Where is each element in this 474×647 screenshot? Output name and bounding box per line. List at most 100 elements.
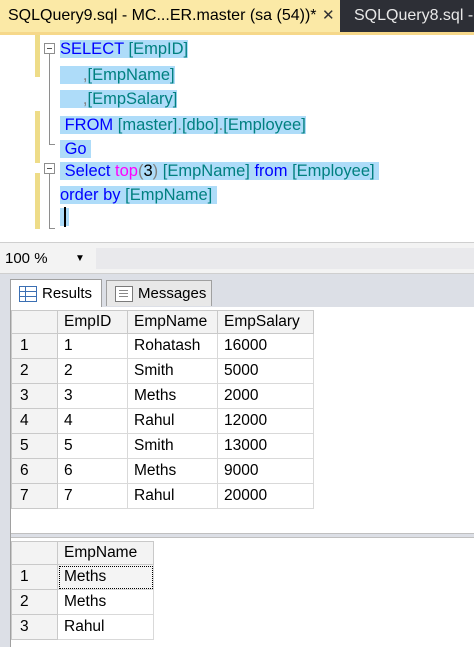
sql-number: 3 [143,162,153,180]
results-grid-2: EmpName 1 Meths 2 Meths 3 Rahul [11,541,154,640]
code-line: ,[EmpSalary] [60,87,178,111]
sql-keyword: from [254,162,288,180]
tab-title: SQLQuery8.sql - [354,7,474,24]
zoom-dropdown[interactable]: 100 % ▼ [5,249,89,268]
table-row: 7 7 Rahul 20000 [11,483,314,509]
grid-cell[interactable]: 4 [57,408,128,434]
column-header[interactable]: EmpName [57,541,154,565]
grid-cell[interactable]: 6 [57,458,128,484]
grid-cell[interactable]: 5 [57,433,128,459]
sql-keyword: Go [64,140,87,158]
grid-cell[interactable]: Rahul [127,408,218,434]
grid-cell[interactable]: 9000 [217,458,314,484]
grid-icon [19,285,37,302]
sql-function: top [115,162,138,180]
sql-identifier: [EmpName] [87,66,175,84]
row-number[interactable]: 2 [11,589,58,615]
close-icon[interactable]: ✕ [322,6,335,24]
row-number[interactable]: 1 [11,564,58,590]
row-number[interactable]: 7 [11,483,58,509]
grid-cell-selected[interactable]: Meths [57,564,154,590]
grid-cell[interactable]: Smith [127,433,218,459]
row-number[interactable]: 3 [11,614,58,640]
dropdown-arrow-icon[interactable]: ▼ [75,249,85,268]
tab-messages-label: Messages [138,285,207,302]
table-row: 3 Rahul [11,614,154,640]
outline-line [49,54,50,144]
table-row: 1 1 Rohatash 16000 [11,333,314,359]
grid-cell[interactable]: Smith [127,358,218,384]
text-cursor [64,207,66,227]
grid-cell[interactable]: Meths [57,589,154,615]
sql-keyword: FROM [64,116,114,134]
grid-cell[interactable]: Rahul [127,483,218,509]
outline-end [49,228,55,229]
query-editor[interactable]: SELECT [EmpID] ,[EmpName] ,[EmpSalary] F… [0,32,474,242]
messages-icon [115,285,133,302]
grid-cell[interactable]: Meths [127,458,218,484]
column-header[interactable]: EmpName [127,310,218,334]
sql-keyword: SELECT [60,40,124,58]
sql-keyword: Select [64,162,111,180]
outline-end [49,144,55,145]
collapse-icon[interactable] [44,43,55,54]
table-row: 1 Meths [11,564,154,590]
table-row: 3 3 Meths 2000 [11,383,314,409]
grid-cell[interactable]: 13000 [217,433,314,459]
sql-identifier: [dbo] [181,116,219,134]
row-number[interactable]: 4 [11,408,58,434]
row-number[interactable]: 5 [11,433,58,459]
column-header[interactable]: EmpID [57,310,128,334]
row-number[interactable]: 3 [11,383,58,409]
grid-cell[interactable]: 5000 [217,358,314,384]
grid-cell[interactable]: 2000 [217,383,314,409]
results-pane: EmpID EmpName EmpSalary 1 1 Rohatash 16000 … [10,307,474,647]
grid-cell[interactable]: 20000 [217,483,314,509]
code-line: FROM [master].[dbo].[Employee] [60,113,306,137]
table-row: 2 2 Smith 5000 [11,358,314,384]
change-marker [35,35,40,77]
grid-cell[interactable]: Rahul [57,614,154,640]
tab-sqlquery9[interactable]: SQLQuery9.sql - MC...ER.master (sa (54))… [0,0,340,32]
row-number[interactable]: 6 [11,458,58,484]
code-line: order by [EmpName] [60,183,217,207]
tab-messages[interactable]: Messages [106,280,212,306]
result-splitter[interactable] [11,533,474,538]
grid-cell[interactable]: 16000 [217,333,314,359]
tab-results[interactable]: Results [10,279,102,307]
code-line: Go [60,137,92,161]
row-number[interactable]: 1 [11,333,58,359]
sql-identifier: [EmpName] [162,162,250,180]
header-row: EmpName [11,541,154,565]
collapse-icon[interactable] [44,163,55,174]
table-row: 4 4 Rahul 12000 [11,408,314,434]
grid-cell[interactable]: 3 [57,383,128,409]
code-line: SELECT [EmpID] [60,37,189,61]
table-row: 2 Meths [11,589,154,615]
table-row: 6 6 Meths 9000 [11,458,314,484]
sql-identifier: [master] [117,116,178,134]
grid-cell[interactable]: 12000 [217,408,314,434]
grid-cell[interactable]: 2 [57,358,128,384]
code-line: Select top(3) [EmpName] from [Employee] [60,159,380,183]
header-row: EmpID EmpName EmpSalary [11,310,314,334]
editor-status-bar: 100 % ▼ [0,242,474,274]
grid-cell[interactable]: 7 [57,483,128,509]
results-grid-1: EmpID EmpName EmpSalary 1 1 Rohatash 16000 … [11,310,314,509]
sql-identifier: [Employee] [292,162,375,180]
sql-identifier: [Employee] [223,116,306,134]
sql-identifier: [EmpName] [125,186,213,204]
grid-corner[interactable] [11,541,58,565]
sql-punct: ) [152,162,159,180]
row-number[interactable]: 2 [11,358,58,384]
grid-cell[interactable]: 1 [57,333,128,359]
change-marker [35,173,40,229]
result-tabs: Results Messages [0,274,474,307]
tab-title: SQLQuery9.sql - MC...ER.master (sa (54))… [8,7,317,24]
horizontal-scrollbar[interactable] [96,248,474,269]
grid-cell[interactable]: Meths [127,383,218,409]
tab-sqlquery8[interactable]: SQLQuery8.sql - [346,0,474,32]
grid-corner[interactable] [11,310,58,334]
column-header[interactable]: EmpSalary [217,310,314,334]
grid-cell[interactable]: Rohatash [127,333,218,359]
